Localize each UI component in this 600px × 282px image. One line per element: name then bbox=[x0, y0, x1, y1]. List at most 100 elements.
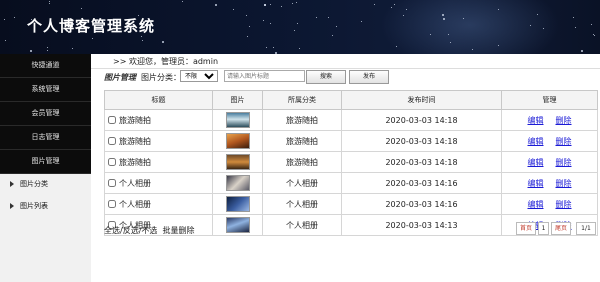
star-dot bbox=[92, 38, 93, 39]
row-time: 2020-03-03 14:16 bbox=[341, 172, 502, 194]
star-dot bbox=[49, 3, 50, 4]
star-dot bbox=[443, 18, 445, 20]
star-dot bbox=[299, 48, 300, 49]
waterfall-thumbnail[interactable] bbox=[225, 112, 250, 128]
col-time: 发布时间 bbox=[341, 90, 502, 110]
anime-thumbnail[interactable] bbox=[225, 196, 250, 212]
delete-link[interactable]: 删除 bbox=[556, 116, 572, 125]
sidebar-item-shortcut[interactable]: 快捷通道 bbox=[0, 54, 91, 78]
row-checkbox[interactable] bbox=[108, 137, 116, 145]
table-row: 个人相册 个人相册 2020-03-03 14:16 编辑 删除 bbox=[104, 172, 598, 194]
delete-link[interactable]: 删除 bbox=[556, 179, 572, 188]
table-row: 个人相册 个人相册 2020-03-03 14:16 编辑 删除 bbox=[104, 193, 598, 215]
module-label: 图片管理 bbox=[104, 73, 136, 82]
cell-title: 旅游随拍 bbox=[104, 109, 213, 131]
star-dot bbox=[281, 6, 282, 7]
sidebar-item-system[interactable]: 系统管理 bbox=[0, 78, 91, 102]
cell-image bbox=[212, 109, 263, 131]
star-dot bbox=[498, 45, 499, 46]
publish-button[interactable]: 发布 bbox=[349, 70, 389, 84]
row-title: 旅游随拍 bbox=[119, 115, 151, 125]
star-dot bbox=[498, 9, 499, 10]
sidebar: 快捷通道 系统管理 会员管理 日志管理 图片管理 图片分类 图片列表 bbox=[0, 54, 91, 282]
col-title: 标题 bbox=[104, 90, 213, 110]
sidebar-item-members[interactable]: 会员管理 bbox=[0, 102, 91, 126]
star-dot bbox=[215, 4, 217, 6]
category-label: 图片分类： bbox=[141, 73, 181, 82]
row-time: 2020-03-03 14:18 bbox=[341, 109, 502, 131]
last-page-button[interactable]: 尾页 bbox=[551, 222, 571, 235]
row-checkbox[interactable] bbox=[108, 116, 116, 124]
row-time: 2020-03-03 14:16 bbox=[341, 193, 502, 215]
sidebar-item-images[interactable]: 图片管理 bbox=[0, 150, 91, 174]
cell-image bbox=[212, 151, 263, 173]
delete-link[interactable]: 删除 bbox=[556, 200, 572, 209]
select-all-link[interactable]: 全选 bbox=[104, 226, 120, 235]
star-dot bbox=[162, 41, 164, 43]
table-row: 旅游随拍 旅游随拍 2020-03-03 14:18 编辑 删除 bbox=[104, 109, 598, 131]
star-dot bbox=[247, 36, 248, 37]
search-input[interactable] bbox=[224, 70, 305, 82]
sunset-city-thumbnail[interactable] bbox=[225, 154, 250, 170]
delete-link[interactable]: 删除 bbox=[556, 158, 572, 167]
cell-image bbox=[212, 214, 263, 236]
anime-blue-thumbnail[interactable] bbox=[225, 217, 250, 233]
sidebar-main-menu: 快捷通道 系统管理 会员管理 日志管理 图片管理 bbox=[0, 54, 91, 174]
welcome-bar: >> 欢迎您，管理员：admin bbox=[91, 54, 600, 69]
first-page-button[interactable]: 首页 bbox=[516, 222, 536, 235]
edit-link[interactable]: 编辑 bbox=[528, 200, 544, 209]
cell-actions: 编辑 删除 bbox=[501, 130, 598, 152]
star-dot bbox=[47, 47, 48, 48]
star-dot bbox=[430, 34, 431, 35]
cell-title: 旅游随拍 bbox=[104, 130, 213, 152]
star-dot bbox=[233, 9, 234, 10]
star-dot bbox=[442, 14, 444, 16]
table-row: 旅游随拍 旅游随拍 2020-03-03 14:18 编辑 删除 bbox=[104, 130, 598, 152]
star-dot bbox=[142, 40, 143, 41]
row-time: 2020-03-03 14:18 bbox=[341, 130, 502, 152]
sidebar-item-logs[interactable]: 日志管理 bbox=[0, 126, 91, 150]
star-dot bbox=[394, 4, 395, 5]
sunset-thumbnail[interactable] bbox=[225, 133, 250, 149]
edit-link[interactable]: 编辑 bbox=[528, 179, 544, 188]
star-dot bbox=[316, 17, 317, 18]
row-category: 个人相册 bbox=[262, 214, 342, 236]
current-page-button[interactable]: 1 bbox=[538, 222, 549, 235]
portrait-thumbnail[interactable] bbox=[225, 175, 250, 191]
cell-image bbox=[212, 172, 263, 194]
row-category: 旅游随拍 bbox=[262, 130, 342, 152]
cell-actions: 编辑 删除 bbox=[501, 151, 598, 173]
row-checkbox[interactable] bbox=[108, 200, 116, 208]
star-dot bbox=[297, 23, 298, 24]
star-dot bbox=[246, 15, 247, 16]
star-dot bbox=[391, 7, 392, 8]
star-dot bbox=[4, 19, 5, 20]
sidebar-sub-list[interactable]: 图片列表 bbox=[0, 195, 91, 217]
app-title: 个人博客管理系统 bbox=[27, 17, 156, 35]
welcome-text: >> 欢迎您，管理员：admin bbox=[113, 57, 219, 66]
row-checkbox[interactable] bbox=[108, 179, 116, 187]
select-none-link[interactable]: 不选 bbox=[141, 226, 157, 235]
page-total: 1/1 bbox=[576, 222, 596, 235]
batch-delete-link[interactable]: 批量删除 bbox=[163, 226, 195, 235]
edit-link[interactable]: 编辑 bbox=[528, 137, 544, 146]
star-dot bbox=[336, 26, 337, 27]
sidebar-sub-category[interactable]: 图片分类 bbox=[0, 173, 91, 195]
star-dot bbox=[49, 1, 50, 2]
delete-link[interactable]: 删除 bbox=[556, 137, 572, 146]
star-dot bbox=[472, 49, 473, 50]
invert-selection-link[interactable]: 反选 bbox=[123, 226, 139, 235]
triangle-right-icon bbox=[10, 203, 14, 209]
star-dot bbox=[332, 35, 333, 36]
star-dot bbox=[450, 42, 451, 43]
edit-link[interactable]: 编辑 bbox=[528, 158, 544, 167]
star-dot bbox=[249, 26, 250, 27]
row-title: 旅游随拍 bbox=[119, 157, 151, 167]
category-select[interactable]: 不限 bbox=[180, 70, 218, 82]
star-dot bbox=[573, 17, 574, 18]
row-checkbox[interactable] bbox=[108, 158, 116, 166]
search-button[interactable]: 搜索 bbox=[306, 70, 346, 84]
star-dot bbox=[530, 25, 531, 26]
edit-link[interactable]: 编辑 bbox=[528, 116, 544, 125]
triangle-right-icon bbox=[10, 181, 14, 187]
